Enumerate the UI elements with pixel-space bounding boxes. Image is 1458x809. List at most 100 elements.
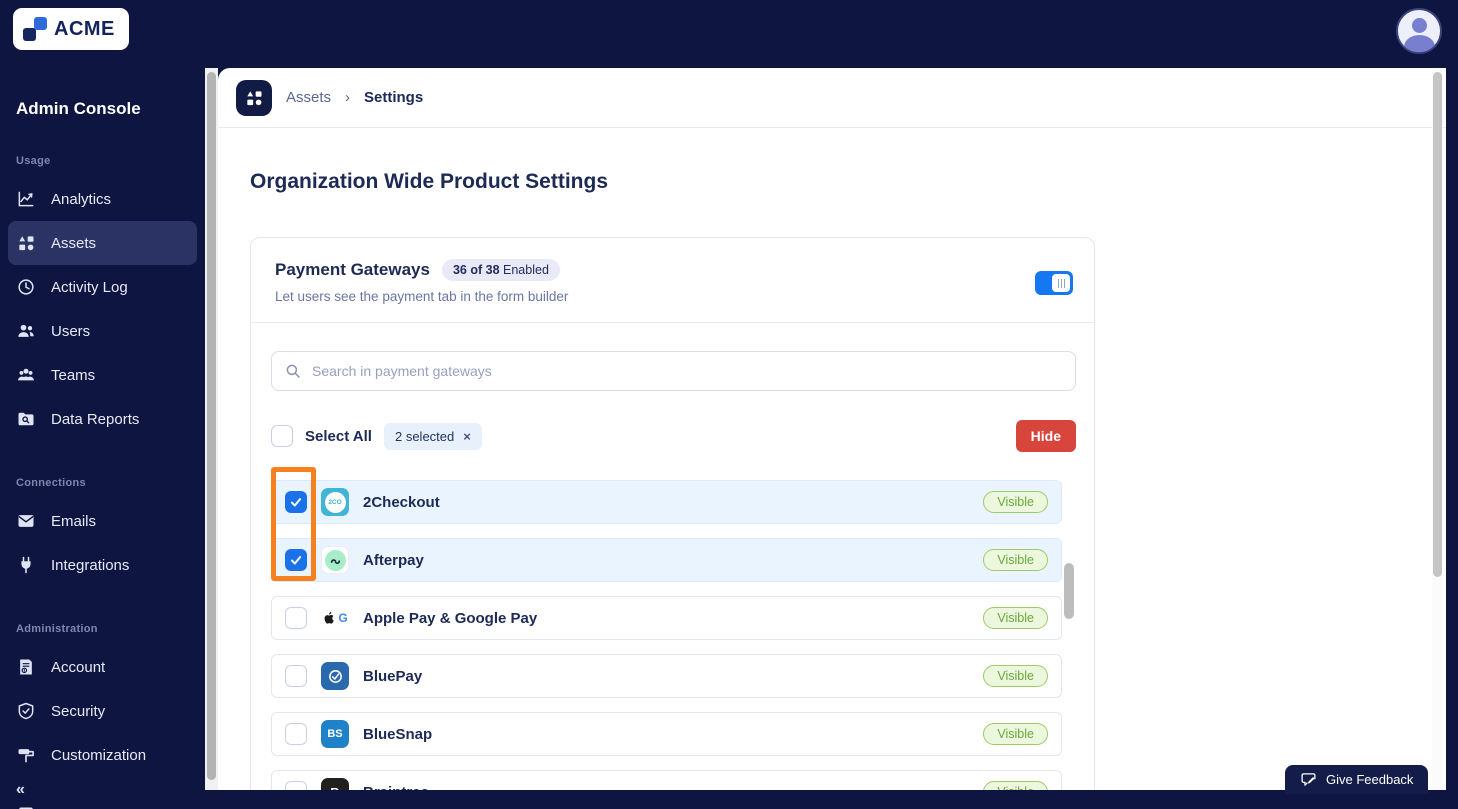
sidebar-item-label: Account	[51, 658, 106, 676]
braintree-logo-icon: B	[321, 778, 349, 790]
toggle-knob[interactable]	[1052, 274, 1070, 292]
assets-icon	[19, 236, 34, 251]
teams-icon	[18, 368, 34, 381]
breadcrumb-separator: ›	[345, 89, 351, 106]
page-title: Organization Wide Product Settings	[250, 170, 608, 193]
visibility-badge: Visible	[983, 665, 1048, 687]
assets-breadcrumb-tile[interactable]	[236, 79, 272, 116]
gateway-checkbox[interactable]	[285, 665, 307, 687]
gateway-search[interactable]	[271, 351, 1076, 391]
acme-logo-text: ACME	[54, 17, 115, 40]
users-icon	[18, 324, 34, 337]
card-header: Payment Gateways 36 of 38 Enabled Let us…	[251, 238, 1094, 323]
payment-gateways-toggle[interactable]	[1035, 271, 1073, 295]
breadcrumb: Assets › Settings	[218, 68, 1446, 128]
sidebar-item-assets[interactable]: Assets	[8, 221, 197, 265]
main-panel: Assets › Settings Organization Wide Prod…	[218, 68, 1446, 790]
hide-button[interactable]: Hide	[1015, 420, 1076, 452]
gateway-name: Afterpay	[363, 551, 424, 569]
search-input[interactable]	[312, 363, 1063, 379]
scrollbar-thumb[interactable]	[207, 72, 216, 780]
clear-selection-icon[interactable]: ×	[463, 429, 471, 444]
sidebar-item-customization[interactable]: Customization	[0, 733, 205, 777]
gateway-checkbox[interactable]	[285, 723, 307, 745]
avatar-person-icon	[1412, 18, 1427, 33]
customization-icon	[18, 749, 34, 763]
analytics-icon	[18, 191, 34, 207]
sidebar-item-emails[interactable]: Emails	[0, 499, 205, 543]
visibility-badge: Visible	[983, 549, 1048, 571]
gateway-list-scrollbar[interactable]	[1064, 563, 1074, 790]
panel-left-scrollbar[interactable]	[205, 68, 218, 790]
visibility-badge: Visible	[983, 781, 1048, 790]
2checkout-logo-icon: 2CO	[321, 488, 349, 516]
gateway-row-2checkout[interactable]: 2CO 2Checkout Visible	[271, 480, 1062, 524]
visibility-badge: Visible	[983, 491, 1048, 513]
assets-icon	[247, 90, 262, 105]
scrollbar-thumb[interactable]	[1433, 72, 1442, 577]
user-avatar[interactable]	[1396, 8, 1442, 54]
selected-count-text: 2 selected	[394, 428, 455, 444]
google-g-icon: G	[338, 611, 348, 625]
gateway-row-braintree[interactable]: B Braintree Visible	[271, 770, 1062, 790]
feedback-icon	[1301, 773, 1316, 786]
sidebar-item-label: Customization	[51, 746, 147, 764]
breadcrumb-current: Settings	[364, 89, 424, 106]
integrations-icon	[21, 556, 31, 574]
give-feedback-label: Give Feedback	[1326, 772, 1414, 787]
acme-logo[interactable]: ACME	[13, 8, 129, 50]
gateway-checkbox[interactable]	[285, 549, 307, 571]
gateway-name: BlueSnap	[363, 725, 433, 743]
activity-log-icon	[18, 279, 34, 295]
breadcrumb-assets-link[interactable]: Assets	[286, 89, 331, 106]
gateway-list: 2CO 2Checkout Visible Afterpay Visible G…	[271, 480, 1062, 790]
selection-controls: Select All 2 selected × Hide	[271, 420, 1076, 452]
sidebar-item-label: Data Reports	[51, 410, 140, 428]
sidebar-item-security[interactable]: Security	[0, 689, 205, 733]
section-label-usage: Usage	[16, 155, 51, 167]
gateway-row-apple-google-pay[interactable]: G Apple Pay & Google Pay Visible	[271, 596, 1062, 640]
gateway-row-bluepay[interactable]: BluePay Visible	[271, 654, 1062, 698]
gateway-row-bluesnap[interactable]: BS BlueSnap Visible	[271, 712, 1062, 756]
gateway-row-afterpay[interactable]: Afterpay Visible	[271, 538, 1062, 582]
sidebar-item-teams[interactable]: Teams	[0, 353, 205, 397]
selected-count-chip: 2 selected ×	[383, 422, 482, 450]
support-icon: ?	[19, 807, 33, 809]
bluesnap-logo-icon: BS	[321, 720, 349, 748]
sidebar-item-label: Users	[51, 322, 91, 340]
security-icon	[18, 702, 34, 720]
select-all-checkbox[interactable]	[271, 425, 293, 447]
sidebar-item-label: Activity Log	[51, 278, 128, 296]
sidebar-item-analytics[interactable]: Analytics	[0, 177, 205, 221]
afterpay-logo-icon	[321, 546, 349, 574]
apple-logo-icon	[324, 611, 335, 624]
gateway-checkbox[interactable]	[285, 607, 307, 629]
data-reports-icon	[18, 412, 34, 426]
sidebar-item-activity-log[interactable]: Activity Log	[0, 265, 205, 309]
sidebar-item-label: Analytics	[51, 190, 112, 208]
sidebar-item-support[interactable]: ? Support	[0, 793, 205, 809]
card-title: Payment Gateways	[275, 260, 430, 279]
sidebar-item-label: Emails	[51, 512, 97, 530]
give-feedback-button[interactable]: Give Feedback	[1285, 765, 1429, 794]
sidebar-item-label: Teams	[51, 366, 96, 384]
visibility-badge: Visible	[983, 607, 1048, 629]
gateway-name: 2Checkout	[363, 493, 440, 511]
card-subtitle: Let users see the payment tab in the for…	[275, 289, 569, 304]
search-icon	[286, 364, 300, 378]
sidebar-item-data-reports[interactable]: Data Reports	[0, 397, 205, 441]
sidebar-item-label: Integrations	[51, 556, 130, 574]
sidebar-title: Admin Console	[16, 99, 141, 118]
sidebar-item-integrations[interactable]: Integrations	[0, 543, 205, 587]
apple-google-pay-logo-icon: G	[321, 604, 349, 632]
select-all-label: Select All	[305, 427, 372, 445]
gateway-checkbox[interactable]	[285, 491, 307, 513]
bluepay-logo-icon	[321, 662, 349, 690]
scrollbar-thumb[interactable]	[1064, 563, 1074, 619]
sidebar-item-users[interactable]: Users	[0, 309, 205, 353]
account-icon	[20, 659, 32, 675]
gateway-checkbox[interactable]	[285, 781, 307, 790]
gateway-name: BluePay	[363, 667, 423, 685]
page-scrollbar[interactable]	[1432, 68, 1443, 790]
sidebar-item-account[interactable]: Account	[0, 645, 205, 689]
